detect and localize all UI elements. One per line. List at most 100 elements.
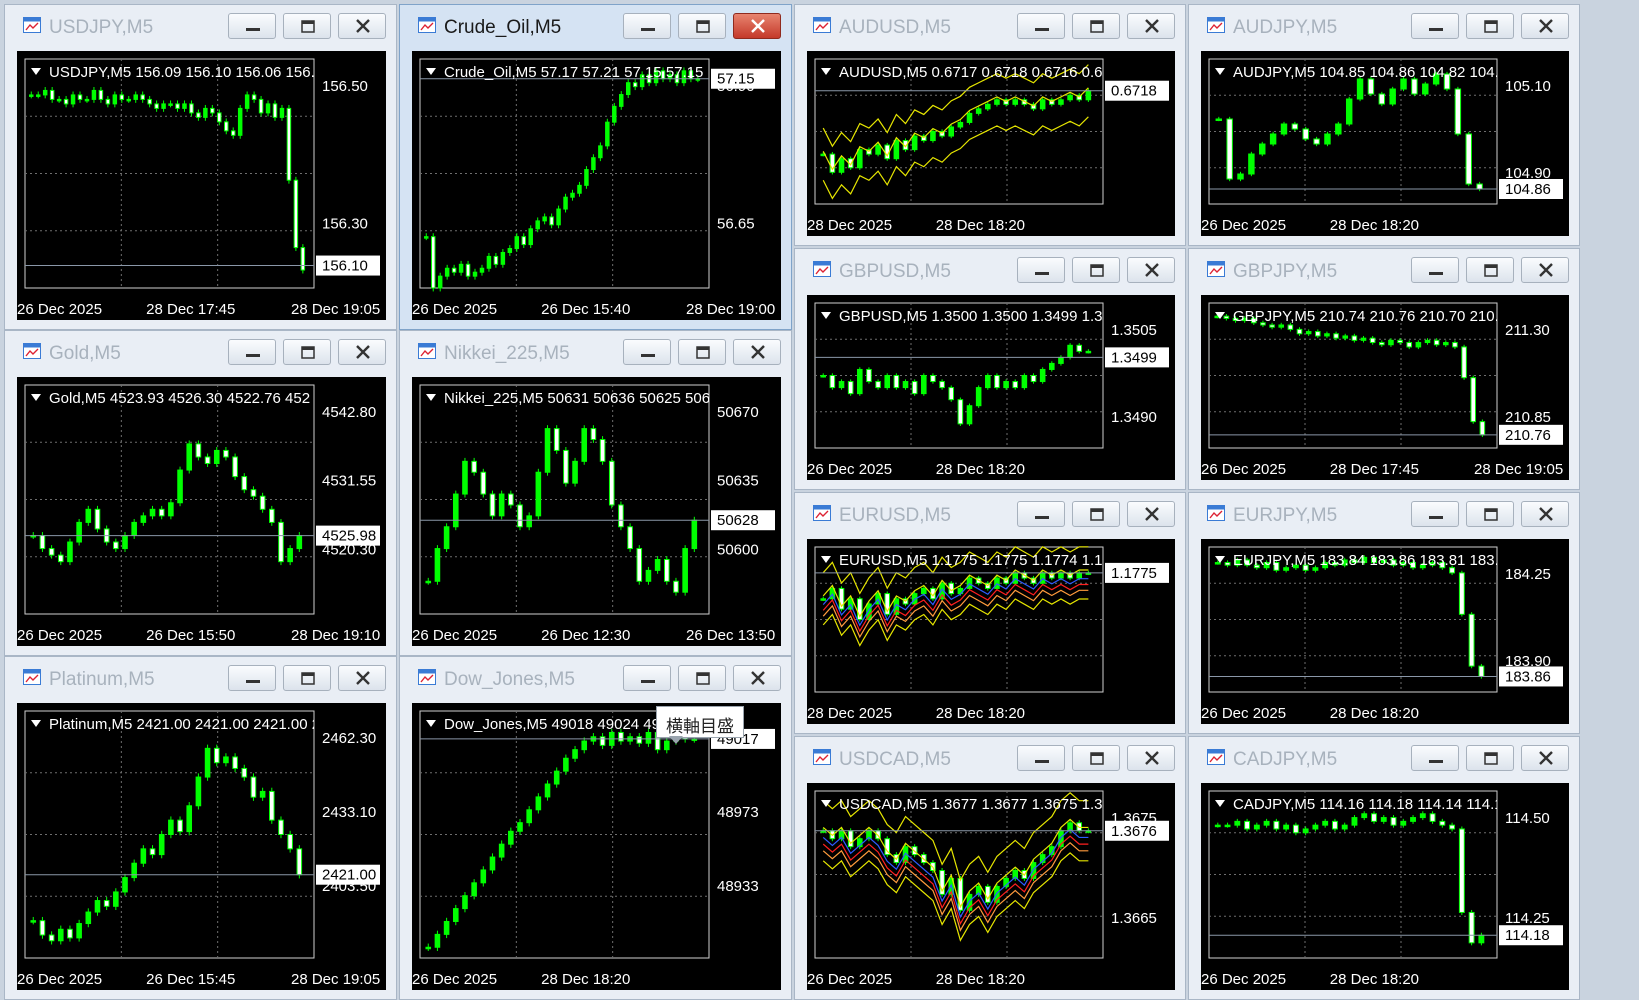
chart-menu-arrow-icon[interactable] xyxy=(821,312,831,319)
close-button[interactable] xyxy=(1521,501,1569,527)
close-button[interactable] xyxy=(1521,745,1569,771)
window-titlebar[interactable]: USDCAD,M5 xyxy=(795,737,1185,771)
chart-svg[interactable]: 1.3505 1.3490 1.3499 26 Dec 2025 28 Dec 18:2… xyxy=(807,295,1175,480)
maximize-button[interactable] xyxy=(1466,745,1514,771)
window-titlebar[interactable]: Nikkei_225,M5 xyxy=(400,331,791,365)
maximize-button[interactable] xyxy=(678,339,726,365)
chart-area[interactable]: 156.50 156.30 156.10 26 Dec 2025 28 Dec 17:4… xyxy=(17,51,386,320)
chart-window-gbpusd-m5[interactable]: GBPUSD,M5 1.3505 1.3490 1.3499 26 Dec 2025 28… xyxy=(794,248,1186,490)
minimize-button[interactable] xyxy=(1017,13,1065,39)
chart-area[interactable]: 1.3675 1.3665 1.3676 26 Dec 2025 28 Dec 18:2… xyxy=(807,783,1175,990)
chart-svg[interactable]: 56.9056.6557.1526 Dec 202526 Dec 15:4028… xyxy=(412,51,781,320)
chart-menu-arrow-icon[interactable] xyxy=(821,556,831,563)
chart-window-audjpy-m5[interactable]: AUDJPY,M5 105.10 104.90 104.86 26 Dec 2025 28… xyxy=(1188,4,1580,246)
chart-svg[interactable]: 1.17601.177528 Dec 202528 Dec 18:20EURUS… xyxy=(807,539,1175,724)
chart-window-usdjpy-m5[interactable]: USDJPY,M5 156.50 156.30 156.10 26 Dec 2025 28… xyxy=(4,4,397,330)
chart-window-gbpjpy-m5[interactable]: GBPJPY,M5 211.30 210.85 210.76 26 Dec 2025 28… xyxy=(1188,248,1580,490)
window-titlebar[interactable]: GBPJPY,M5 xyxy=(1189,249,1579,283)
chart-area[interactable]: 4901548973489334901726 Dec 202528 Dec 18… xyxy=(412,703,781,990)
window-titlebar[interactable]: Gold,M5 xyxy=(5,331,396,365)
close-button[interactable] xyxy=(733,665,781,691)
maximize-button[interactable] xyxy=(1466,501,1514,527)
maximize-button[interactable] xyxy=(678,13,726,39)
chart-window-platinum-m5[interactable]: Platinum,M5 2462.30 2433.10 2403.50 2421.00 2… xyxy=(4,656,397,1000)
window-titlebar[interactable]: GBPUSD,M5 xyxy=(795,249,1185,283)
maximize-button[interactable] xyxy=(283,13,331,39)
minimize-button[interactable] xyxy=(623,339,671,365)
chart-area[interactable]: 114.50 114.25 114.18 26 Dec 2025 28 Dec 18:2… xyxy=(1201,783,1569,990)
chart-svg[interactable]: 4542.804531.554520.304525.9826 Dec 2025 2… xyxy=(17,377,386,646)
close-button[interactable] xyxy=(338,665,386,691)
maximize-button[interactable] xyxy=(283,339,331,365)
chart-menu-arrow-icon[interactable] xyxy=(1215,800,1225,807)
chart-svg[interactable]: 2462.302433.102403.502421.0026 Dec 2025 2… xyxy=(17,703,386,990)
close-button[interactable] xyxy=(338,13,386,39)
chart-menu-arrow-icon[interactable] xyxy=(426,720,436,727)
chart-menu-arrow-icon[interactable] xyxy=(426,68,436,75)
minimize-button[interactable] xyxy=(1411,745,1459,771)
maximize-button[interactable] xyxy=(283,665,331,691)
minimize-button[interactable] xyxy=(1017,501,1065,527)
chart-svg[interactable]: 1.36751.36651.367626 Dec 2025 28 Dec 18:2… xyxy=(807,783,1175,990)
minimize-button[interactable] xyxy=(1411,13,1459,39)
window-titlebar[interactable]: EURJPY,M5 xyxy=(1189,493,1579,527)
minimize-button[interactable] xyxy=(1411,501,1459,527)
minimize-button[interactable] xyxy=(623,13,671,39)
close-button[interactable] xyxy=(1127,745,1175,771)
maximize-button[interactable] xyxy=(1072,745,1120,771)
chart-svg[interactable]: 211.30 210.85210.76 26 Dec 2025 28 Dec 17:4… xyxy=(1201,295,1569,480)
chart-window-nikkei-225-m5[interactable]: Nikkei_225,M5 50670 50635 50600 50628 26 Dec … xyxy=(399,330,792,656)
close-button[interactable] xyxy=(1127,501,1175,527)
maximize-button[interactable] xyxy=(1072,13,1120,39)
chart-window-crude-oil-m5[interactable]: Crude_Oil,M5 56.9056.6557.1526 Dec 202526… xyxy=(399,4,792,330)
window-titlebar[interactable]: USDJPY,M5 xyxy=(5,5,396,39)
maximize-button[interactable] xyxy=(1466,13,1514,39)
chart-menu-arrow-icon[interactable] xyxy=(1215,68,1225,75)
window-titlebar[interactable]: CADJPY,M5 xyxy=(1189,737,1579,771)
window-titlebar[interactable]: AUDUSD,M5 xyxy=(795,5,1185,39)
maximize-button[interactable] xyxy=(1466,257,1514,283)
chart-area[interactable]: 1.17601.177528 Dec 202528 Dec 18:20EURUS… xyxy=(807,539,1175,724)
chart-area[interactable]: 4542.80 4531.55 4520.30 4525.98 26 Dec 2025 2… xyxy=(17,377,386,646)
minimize-button[interactable] xyxy=(623,665,671,691)
maximize-button[interactable] xyxy=(1072,257,1120,283)
chart-area[interactable]: 2462.30 2433.10 2403.50 2421.00 26 Dec 2025 2… xyxy=(17,703,386,990)
chart-menu-arrow-icon[interactable] xyxy=(426,394,436,401)
window-titlebar[interactable]: Platinum,M5 xyxy=(5,657,396,691)
chart-area[interactable]: 1.3505 1.3490 1.3499 26 Dec 2025 28 Dec 18:2… xyxy=(807,295,1175,480)
chart-svg[interactable]: 4901548973489334901726 Dec 202528 Dec 18… xyxy=(412,703,781,990)
close-button[interactable] xyxy=(338,339,386,365)
chart-area[interactable]: 56.9056.6557.1526 Dec 202526 Dec 15:4028… xyxy=(412,51,781,320)
chart-window-gold-m5[interactable]: Gold,M5 4542.80 4531.55 4520.30 4525.98 26 De… xyxy=(4,330,397,656)
minimize-button[interactable] xyxy=(1017,257,1065,283)
chart-menu-arrow-icon[interactable] xyxy=(821,68,831,75)
chart-svg[interactable]: 156.50 156.30 156.10 26 Dec 2025 28 Dec 17:4… xyxy=(17,51,386,320)
close-button[interactable] xyxy=(1127,257,1175,283)
chart-menu-arrow-icon[interactable] xyxy=(31,68,41,75)
chart-area[interactable]: 211.30 210.85 210.76 26 Dec 2025 28 Dec 17:4… xyxy=(1201,295,1569,480)
chart-svg[interactable]: 114.50 114.25114.18 26 Dec 2025 28 Dec 18:2… xyxy=(1201,783,1569,990)
window-titlebar[interactable]: Dow_Jones,M5 xyxy=(400,657,791,691)
minimize-button[interactable] xyxy=(1017,745,1065,771)
window-titlebar[interactable]: EURUSD,M5 xyxy=(795,493,1185,527)
chart-area[interactable]: 184.25 183.90 183.86 26 Dec 2025 28 Dec 18:2… xyxy=(1201,539,1569,724)
chart-menu-arrow-icon[interactable] xyxy=(31,394,41,401)
close-button[interactable] xyxy=(1521,13,1569,39)
chart-window-cadjpy-m5[interactable]: CADJPY,M5 114.50 114.25 114.18 26 Dec 2025 28… xyxy=(1188,736,1580,1000)
close-button[interactable] xyxy=(733,339,781,365)
chart-window-usdcad-m5[interactable]: USDCAD,M5 1.3675 1.3665 1.3676 26 Dec 2025 28… xyxy=(794,736,1186,1000)
chart-menu-arrow-icon[interactable] xyxy=(31,720,41,727)
chart-window-eurjpy-m5[interactable]: EURJPY,M5 184.25 183.90 183.86 26 Dec 2025 28… xyxy=(1188,492,1580,734)
close-button[interactable] xyxy=(733,13,781,39)
chart-area[interactable]: 50670 50635 50600 50628 26 Dec 2025 26 Dec 12… xyxy=(412,377,781,646)
chart-area[interactable]: 105.10 104.90 104.86 26 Dec 2025 28 Dec 18:2… xyxy=(1201,51,1569,236)
minimize-button[interactable] xyxy=(228,13,276,39)
window-titlebar[interactable]: Crude_Oil,M5 xyxy=(400,5,791,39)
close-button[interactable] xyxy=(1127,13,1175,39)
minimize-button[interactable] xyxy=(228,665,276,691)
chart-menu-arrow-icon[interactable] xyxy=(1215,556,1225,563)
chart-svg[interactable]: 50670 50635 50600 50628 26 Dec 2025 26 Dec 12… xyxy=(412,377,781,646)
chart-window-eurusd-m5[interactable]: EURUSD,M5 1.17601.177528 Dec 202528 Dec 1… xyxy=(794,492,1186,734)
chart-svg[interactable]: 105.10104.90104.8626 Dec 2025 28 Dec 18:2… xyxy=(1201,51,1569,236)
minimize-button[interactable] xyxy=(1411,257,1459,283)
